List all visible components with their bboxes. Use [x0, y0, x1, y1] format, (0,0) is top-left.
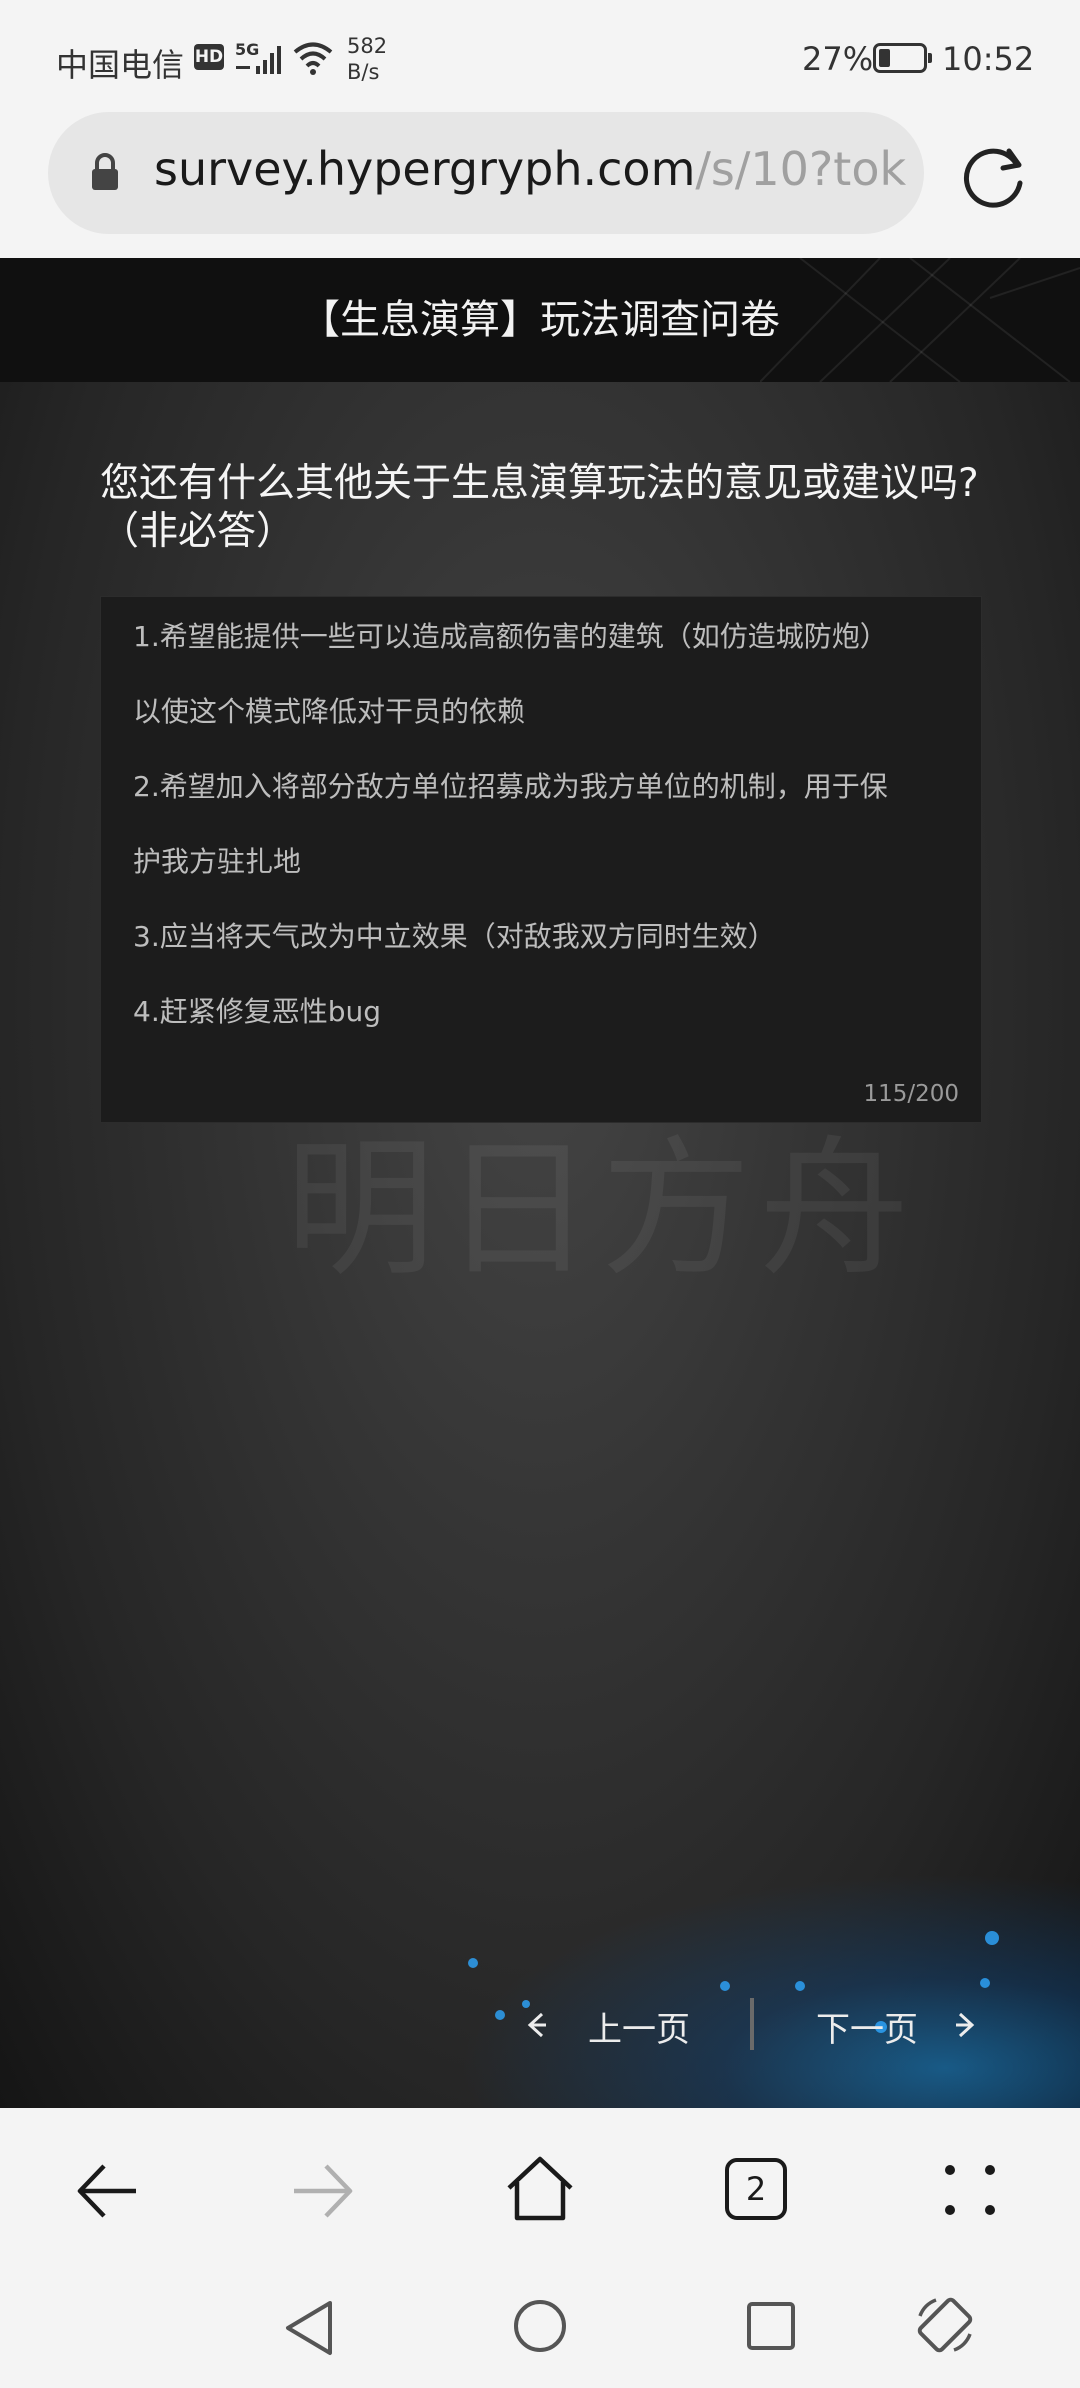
answer-line: 2.希望加入将部分敌方单位招募成为我方单位的机制，用于保	[133, 770, 888, 803]
hd-icon: HD	[194, 44, 224, 70]
menu-dots-icon[interactable]	[940, 2160, 1000, 2220]
url-host: survey.hypergryph.com	[154, 142, 696, 196]
prev-page-button[interactable]: 上一页	[520, 1996, 740, 2052]
question-text: 您还有什么其他关于生息演算玩法的意见或建议吗?（非必答）	[100, 461, 979, 554]
nav-back-icon[interactable]	[282, 2298, 336, 2358]
answer-line: 1.希望能提供一些可以造成高额伤害的建筑（如仿造城防炮）	[133, 620, 888, 653]
address-bar[interactable]: survey.hypergryph.com/s/10?token	[48, 112, 924, 234]
chevron-left-icon	[527, 2012, 546, 2038]
system-nav-bar	[0, 2272, 1080, 2388]
forward-arrow-icon[interactable]	[290, 2158, 356, 2224]
net-speed-value: 582	[347, 34, 388, 58]
next-page-label: 下一页	[816, 2010, 918, 2050]
carrier-name: 中国电信	[56, 46, 185, 84]
char-counter: 115/200	[863, 1081, 959, 1107]
next-page-button[interactable]: 下一页	[812, 1996, 992, 2052]
tabs-icon[interactable]: 2	[725, 2158, 787, 2220]
answer-line: 护我方驻扎地	[133, 845, 302, 878]
reload-icon[interactable]	[962, 143, 1028, 209]
survey-page: 【生息演算】玩法调查问卷 明日方舟 您还有什么其他关于生息演算玩法的意见或建议吗…	[0, 258, 1080, 2108]
clock: 10:52	[942, 40, 1035, 78]
signal-icon	[236, 46, 281, 74]
net-speed-unit: B/s	[347, 60, 380, 84]
nav-divider	[750, 1998, 754, 2050]
chevron-right-icon	[956, 2012, 975, 2038]
answer-textarea[interactable]: 1.希望能提供一些可以造成高额伤害的建筑（如仿造城防炮） 以使这个模式降低对干员…	[100, 596, 982, 1123]
status-bar: 中国电信 HD 5G 582 B/s 27% 10:52	[0, 0, 1080, 112]
answer-line: 3.应当将天气改为中立效果（对敌我双方同时生效）	[133, 920, 776, 953]
survey-title: 【生息演算】玩法调查问卷	[300, 297, 780, 343]
lock-icon	[92, 153, 118, 190]
home-icon[interactable]	[505, 2154, 575, 2224]
nav-glow-decoration	[420, 1858, 1080, 2108]
answer-line: 4.赶紧修复恶性bug	[133, 995, 382, 1028]
nav-recents-icon[interactable]	[745, 2300, 797, 2352]
prev-page-label: 上一页	[588, 2010, 690, 2050]
url-path: /s/10?token	[695, 142, 906, 196]
browser-toolbar: 2	[0, 2108, 1080, 2272]
back-arrow-icon[interactable]	[74, 2158, 140, 2224]
battery-icon	[873, 43, 932, 73]
nav-home-icon[interactable]	[512, 2298, 568, 2354]
battery-percent: 27%	[802, 40, 874, 78]
url-text[interactable]: survey.hypergryph.com/s/10?token	[154, 142, 906, 196]
wifi-icon	[293, 42, 333, 75]
rotate-icon[interactable]	[912, 2292, 978, 2358]
answer-line: 以使这个模式降低对干员的依赖	[133, 695, 526, 728]
